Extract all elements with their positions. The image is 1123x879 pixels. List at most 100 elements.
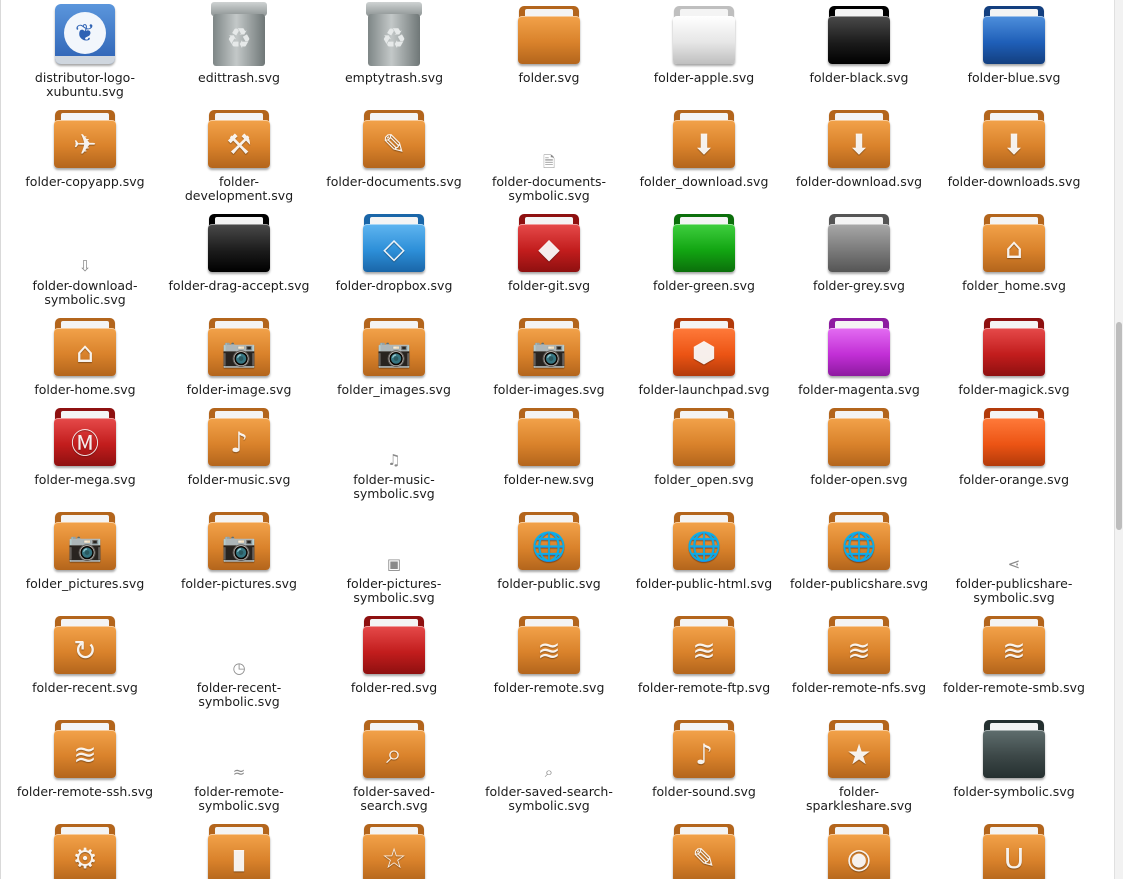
icon-item[interactable]: ⇩ folder-download-symbolic.svg bbox=[10, 210, 160, 307]
folder-emblem: ☆ bbox=[381, 841, 407, 875]
new-folder-icon bbox=[517, 404, 581, 468]
globe-folder-icon: 🌐 bbox=[517, 508, 581, 572]
icon-label: folder.svg bbox=[518, 70, 580, 85]
icon-item[interactable]: ⬢ folder-launchpad.svg bbox=[629, 314, 779, 397]
icon-item[interactable]: folder-blue.svg bbox=[939, 2, 1089, 85]
icon-label: folder_open.svg bbox=[654, 472, 754, 487]
icon-item[interactable]: folder-magick.svg bbox=[939, 314, 1089, 397]
icon-item[interactable]: ≈ folder-remote-symbolic.svg bbox=[164, 716, 314, 813]
scrollbar-thumb[interactable] bbox=[1116, 322, 1122, 530]
icon-item[interactable]: ⬇ folder-download.svg bbox=[784, 106, 934, 189]
icon-item[interactable]: ❦ distributor-logo-xubuntu.svg bbox=[10, 2, 160, 99]
folder-emblem: ◉ bbox=[846, 841, 872, 875]
icon-item[interactable]: ◉ bbox=[784, 820, 934, 879]
icon-item[interactable]: 📷 folder-pictures.svg bbox=[164, 508, 314, 591]
symbolic-glyph: 🗎 bbox=[542, 153, 556, 171]
icon-label: folder-remote-nfs.svg bbox=[791, 680, 927, 695]
home-folder-icon: ⌂ bbox=[53, 314, 117, 378]
icon-item[interactable]: ⋖ folder-publicshare-symbolic.svg bbox=[939, 508, 1089, 605]
icon-label: folder-downloads.svg bbox=[947, 174, 1081, 189]
icon-item[interactable]: 📷 folder_images.svg bbox=[319, 314, 469, 397]
icon-label: folder_images.svg bbox=[337, 382, 451, 397]
icon-item[interactable]: ✈ folder-copyapp.svg bbox=[10, 106, 160, 189]
icon-label: folder-image.svg bbox=[186, 382, 292, 397]
wifi-folder-icon: ≋ bbox=[982, 612, 1046, 676]
icon-label: folder_download.svg bbox=[639, 174, 769, 189]
icon-item[interactable]: ✎ folder-documents.svg bbox=[319, 106, 469, 189]
folder-emblem: ⬢ bbox=[691, 335, 717, 369]
icon-item[interactable]: ⬇ folder_download.svg bbox=[629, 106, 779, 189]
icon-item[interactable]: ♪ folder-music.svg bbox=[164, 404, 314, 487]
folder-emblem: ⚙ bbox=[72, 841, 98, 875]
icon-item[interactable]: folder-apple.svg bbox=[629, 2, 779, 85]
folder-emblem: ⬇ bbox=[1002, 127, 1026, 161]
folder-emblem: 📷 bbox=[221, 529, 257, 563]
icon-item[interactable]: folder-symbolic.svg bbox=[939, 716, 1089, 799]
icon-item[interactable]: ⌕ folder-saved-search.svg bbox=[319, 716, 469, 813]
open-folder-icon bbox=[827, 404, 891, 468]
camera-folder-icon: 📷 bbox=[362, 314, 426, 378]
icon-item[interactable]: folder-green.svg bbox=[629, 210, 779, 293]
icon-item[interactable]: 📷 folder-image.svg bbox=[164, 314, 314, 397]
icon-label: folder-new.svg bbox=[503, 472, 595, 487]
icon-item[interactable]: ▮ bbox=[164, 820, 314, 879]
ubuntuone-folder-icon: U bbox=[982, 820, 1046, 879]
icon-item[interactable]: 🌐 folder-public.svg bbox=[474, 508, 624, 591]
mega-folder-icon: Ⓜ bbox=[53, 404, 117, 468]
icon-item[interactable]: ⌂ folder-home.svg bbox=[10, 314, 160, 397]
icon-item[interactable]: folder-new.svg bbox=[474, 404, 624, 487]
search-symbolic-icon: ⌕ bbox=[517, 716, 581, 780]
icon-item[interactable]: ≋ folder-remote-ssh.svg bbox=[10, 716, 160, 799]
icon-item[interactable]: ☆ bbox=[319, 820, 469, 879]
icon-item[interactable]: ⚙ bbox=[10, 820, 160, 879]
icon-item[interactable]: folder-grey.svg bbox=[784, 210, 934, 293]
vertical-scrollbar[interactable] bbox=[1114, 0, 1123, 879]
icon-label: folder-documents.svg bbox=[326, 174, 462, 189]
icon-item[interactable]: ✎ bbox=[629, 820, 779, 879]
icon-item[interactable]: ⌂ folder_home.svg bbox=[939, 210, 1089, 293]
icon-item[interactable]: folder-red.svg bbox=[319, 612, 469, 695]
icon-item[interactable]: Ⓜfolder-mega.svg bbox=[10, 404, 160, 487]
icon-item[interactable]: 🗎 folder-documents-symbolic.svg bbox=[474, 106, 624, 203]
icon-label: folder-black.svg bbox=[809, 70, 909, 85]
icon-item[interactable]: ◆ folder-git.svg bbox=[474, 210, 624, 293]
icon-label: folder-symbolic.svg bbox=[953, 784, 1075, 799]
icon-item[interactable]: folder-drag-accept.svg bbox=[164, 210, 314, 293]
icon-item[interactable]: ≋ folder-remote.svg bbox=[474, 612, 624, 695]
icon-item[interactable]: folder-black.svg bbox=[784, 2, 934, 85]
icon-item[interactable]: ≋ folder-remote-nfs.svg bbox=[784, 612, 934, 695]
icon-item[interactable]: folder-orange.svg bbox=[939, 404, 1089, 487]
icon-item[interactable]: ⚒ folder-development.svg bbox=[164, 106, 314, 203]
icon-item[interactable]: ♫ folder-music-symbolic.svg bbox=[319, 404, 469, 501]
icon-item[interactable]: ≋ folder-remote-ftp.svg bbox=[629, 612, 779, 695]
icon-item[interactable]: 🌐 folder-public-html.svg bbox=[629, 508, 779, 591]
icon-label: folder-sound.svg bbox=[652, 784, 756, 799]
folder-emblem: ⌕ bbox=[386, 737, 402, 770]
icon-item[interactable]: folder-magenta.svg bbox=[784, 314, 934, 397]
icon-item[interactable]: ♪ folder-sound.svg bbox=[629, 716, 779, 799]
icon-item[interactable]: ⬇ folder-downloads.svg bbox=[939, 106, 1089, 189]
icon-item[interactable]: ▣ folder-pictures-symbolic.svg bbox=[319, 508, 469, 605]
icon-item[interactable]: folder-open.svg bbox=[784, 404, 934, 487]
icon-item[interactable]: 📷 folder-images.svg bbox=[474, 314, 624, 397]
git-folder-icon: ◆ bbox=[517, 210, 581, 274]
icon-item[interactable]: ♻ edittrash.svg bbox=[164, 2, 314, 85]
icon-grid-view: ❦ distributor-logo-xubuntu.svg ♻ edittrash.… bbox=[0, 0, 1123, 879]
icon-item[interactable]: ◷ folder-recent-symbolic.svg bbox=[164, 612, 314, 709]
icon-item[interactable]: U bbox=[939, 820, 1089, 879]
icon-item[interactable]: 📷 folder_pictures.svg bbox=[10, 508, 160, 591]
icon-item[interactable]: ★ folder-sparkleshare.svg bbox=[784, 716, 934, 813]
icon-item[interactable]: ♻ emptytrash.svg bbox=[319, 2, 469, 85]
icon-label: folder-music.svg bbox=[187, 472, 291, 487]
icon-item[interactable]: folder.svg bbox=[474, 2, 624, 85]
icon-label: folder-grey.svg bbox=[813, 278, 905, 293]
icon-item[interactable]: ◇ folder-dropbox.svg bbox=[319, 210, 469, 293]
icon-item[interactable]: ⌕ folder-saved-search-symbolic.svg bbox=[474, 716, 624, 813]
icon-item[interactable]: ↻ folder-recent.svg bbox=[10, 612, 160, 695]
icon-label: emptytrash.svg bbox=[344, 70, 444, 85]
icon-item[interactable]: 🌐 folder-publicshare.svg bbox=[784, 508, 934, 591]
icon-label: folder-copyapp.svg bbox=[25, 174, 145, 189]
icon-item[interactable]: folder_open.svg bbox=[629, 404, 779, 487]
icon-item[interactable] bbox=[474, 820, 624, 879]
icon-item[interactable]: ≋ folder-remote-smb.svg bbox=[939, 612, 1089, 695]
